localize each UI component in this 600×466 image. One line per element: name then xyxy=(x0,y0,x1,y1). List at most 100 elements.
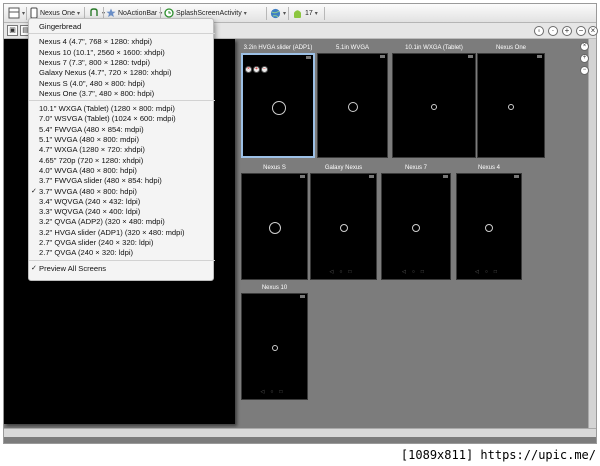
preview-label: Galaxy Nexus xyxy=(324,165,363,171)
menu-item-label: 3.2" QVGA (ADP2) (320 × 480: mdpi) xyxy=(39,217,165,227)
preview-label: Nexus 4 xyxy=(477,165,500,171)
device-preview[interactable] xyxy=(317,53,388,158)
zoom-reset-icon[interactable]: × xyxy=(588,26,598,36)
device-preview[interactable]: ◁○□ xyxy=(456,173,522,280)
image-caption: [1089x811] https://upic.me/ xyxy=(400,448,596,462)
device-preview[interactable]: ◁○□ xyxy=(241,293,308,400)
navigation-bar-icon: ◁○□ xyxy=(475,269,503,275)
status-bar-icon xyxy=(380,55,385,58)
menu-item-label: 4.0" WVGA (480 × 800: hdpi) xyxy=(39,165,137,175)
device-preview[interactable] xyxy=(477,53,545,158)
menu-item[interactable]: 2.7" QVGA (240 × 320: ldpi) xyxy=(29,247,215,258)
menu-separator xyxy=(29,100,215,102)
preview-tools: × + − xyxy=(245,57,269,75)
menu-item-label: Galaxy Nexus (4.7", 720 × 1280: xhdpi) xyxy=(39,68,172,78)
menu-item-label: 2.7" QVGA slider (240 × 320: ldpi) xyxy=(39,238,154,247)
menu-item-label: 3.7" FWVGA slider (480 × 854: hdpi) xyxy=(39,176,162,186)
preview-label: Nexus One xyxy=(495,45,526,51)
menu-item-label: 3.4" WQVGA (240 × 432: ldpi) xyxy=(39,196,141,206)
preview-label: 3.2in HVGA slider (ADP1) xyxy=(243,45,313,51)
menu-item[interactable]: Gingerbread xyxy=(29,21,215,32)
progress-circle-icon xyxy=(339,223,348,232)
menu-item[interactable]: Nexus One (3.7", 480 × 800: hdpi) xyxy=(29,88,215,99)
menu-item-label: Nexus 10 (10.1", 2560 × 1600: xhdpi) xyxy=(39,47,165,57)
close-preview-icon[interactable]: × xyxy=(245,66,252,73)
api-level-select[interactable]: 17 ▾ xyxy=(292,6,318,21)
globe-icon xyxy=(270,8,281,18)
menu-item-label: Nexus S (4.0", 480 × 800: hdpi) xyxy=(39,78,145,88)
layout-toggle-button[interactable]: ▾ xyxy=(8,6,25,21)
status-bar-icon xyxy=(369,175,374,178)
locale-select[interactable]: ▾ xyxy=(270,6,286,21)
menu-item-label: 4.7" WXGA (1280 × 720: xhdpi) xyxy=(39,145,145,155)
progress-circle-icon xyxy=(508,103,514,110)
zoom-actual-icon[interactable]: · xyxy=(548,26,558,36)
progress-circle-icon xyxy=(431,103,437,110)
menu-item-label: 3.2" HVGA slider (ADP1) (320 × 480: mdpi… xyxy=(39,227,185,237)
menu-item-label: Nexus 4 (4.7", 768 × 1280: xhdpi) xyxy=(39,37,153,47)
menu-item-label: Nexus 7 (7.3", 800 × 1280: tvdpi) xyxy=(39,57,150,67)
menu-separator xyxy=(29,33,215,35)
menu-separator xyxy=(29,259,215,261)
toggle-preview-button[interactable]: ▣ xyxy=(7,25,18,36)
android-icon xyxy=(294,9,301,18)
preview-zoom-out-icon[interactable]: − xyxy=(580,66,589,75)
menu-item-label: 7.0" WSVGA (Tablet) (1024 × 600: mdpi) xyxy=(39,114,176,124)
progress-circle-icon xyxy=(485,223,493,232)
navigation-bar-icon: ◁○□ xyxy=(329,269,358,275)
device-preview[interactable] xyxy=(241,173,308,280)
progress-circle-icon xyxy=(271,344,278,351)
progress-circle-icon xyxy=(412,223,420,232)
status-bar-icon xyxy=(514,175,519,178)
theme-select-label: NoActionBar xyxy=(117,10,158,17)
device-preview[interactable] xyxy=(392,53,476,158)
api-level-label: 17 xyxy=(304,10,313,17)
menu-item[interactable]: ✓ Preview All Screens xyxy=(29,263,215,274)
vertical-scrollbar[interactable] xyxy=(588,39,596,429)
activity-select-label: SplashScreenActivity xyxy=(175,10,242,17)
menu-item-label: 10.1" WXGA (Tablet) (1280 × 800: mdpi) xyxy=(39,104,175,114)
menu-item-label: 5.4" FWVGA (480 × 854: mdpi) xyxy=(39,124,144,134)
status-bar-icon xyxy=(537,55,542,58)
device-dropdown-menu: Gingerbread Nexus 4 (4.7", 768 × 1280: xh… xyxy=(28,18,215,281)
status-bar-icon xyxy=(468,55,473,58)
horizontal-scrollbar[interactable] xyxy=(4,428,596,437)
menu-item-label: 2.7" QVGA (240 × 320: ldpi) xyxy=(39,248,134,258)
device-preview[interactable]: ◁○□ xyxy=(381,173,451,280)
preview-label: Nexus 10 xyxy=(261,285,288,291)
menu-item-label: 5.1" WVGA (480 × 800: mdpi) xyxy=(39,135,139,144)
zoom-preview-in-icon[interactable]: + xyxy=(253,66,260,73)
navigation-bar-icon: ◁○□ xyxy=(260,389,289,395)
preview-zoom-in-icon[interactable]: + xyxy=(580,54,589,63)
zoom-in-icon[interactable]: + xyxy=(562,26,572,36)
preview-label: 10.1in WXGA (Tablet) xyxy=(405,45,463,51)
device-preview[interactable]: ◁○□ xyxy=(310,173,377,280)
menu-item-label: Nexus One (3.7", 480 × 800: hdpi) xyxy=(39,88,155,98)
star-icon xyxy=(106,8,116,18)
zoom-to-fit-icon[interactable]: ◦ xyxy=(534,26,544,36)
progress-circle-icon xyxy=(272,100,286,115)
menu-item-label: Preview All Screens xyxy=(39,263,107,273)
menu-item-label: 4.65" 720p (720 × 1280: xhdpi) xyxy=(39,155,144,165)
menu-item-label: 3.7" WVGA (480 × 800: hdpi) xyxy=(39,186,137,196)
checkmark-icon: ✓ xyxy=(31,264,37,272)
device-select-label: Nexus One xyxy=(39,10,75,17)
screenshot-stage: ▾ Nexus One▾ ▾ NoActionBar▾ SplashScreen… xyxy=(0,0,600,466)
menu-item-label: 3.3" WQVGA (240 × 400: ldpi) xyxy=(39,207,141,217)
menu-item-label: Gingerbread xyxy=(39,22,82,31)
status-bar-icon xyxy=(300,295,305,298)
zoom-out-icon[interactable]: − xyxy=(576,26,586,36)
preview-label: Nexus 7 xyxy=(404,165,427,171)
progress-circle-icon xyxy=(268,221,281,234)
preview-label: Nexus S xyxy=(263,165,286,171)
status-bar-icon xyxy=(443,175,448,178)
progress-circle-icon xyxy=(347,101,358,112)
zoom-preview-out-icon[interactable]: − xyxy=(261,66,268,73)
preview-close-icon[interactable]: × xyxy=(580,42,589,51)
status-bar-icon xyxy=(300,175,305,178)
navigation-bar-icon: ◁○□ xyxy=(402,269,430,275)
activity-icon xyxy=(164,8,174,18)
preview-label: 5.1in WVGA xyxy=(335,45,369,51)
device-preview[interactable]: × + − xyxy=(241,53,315,158)
status-bar-icon xyxy=(306,56,311,59)
